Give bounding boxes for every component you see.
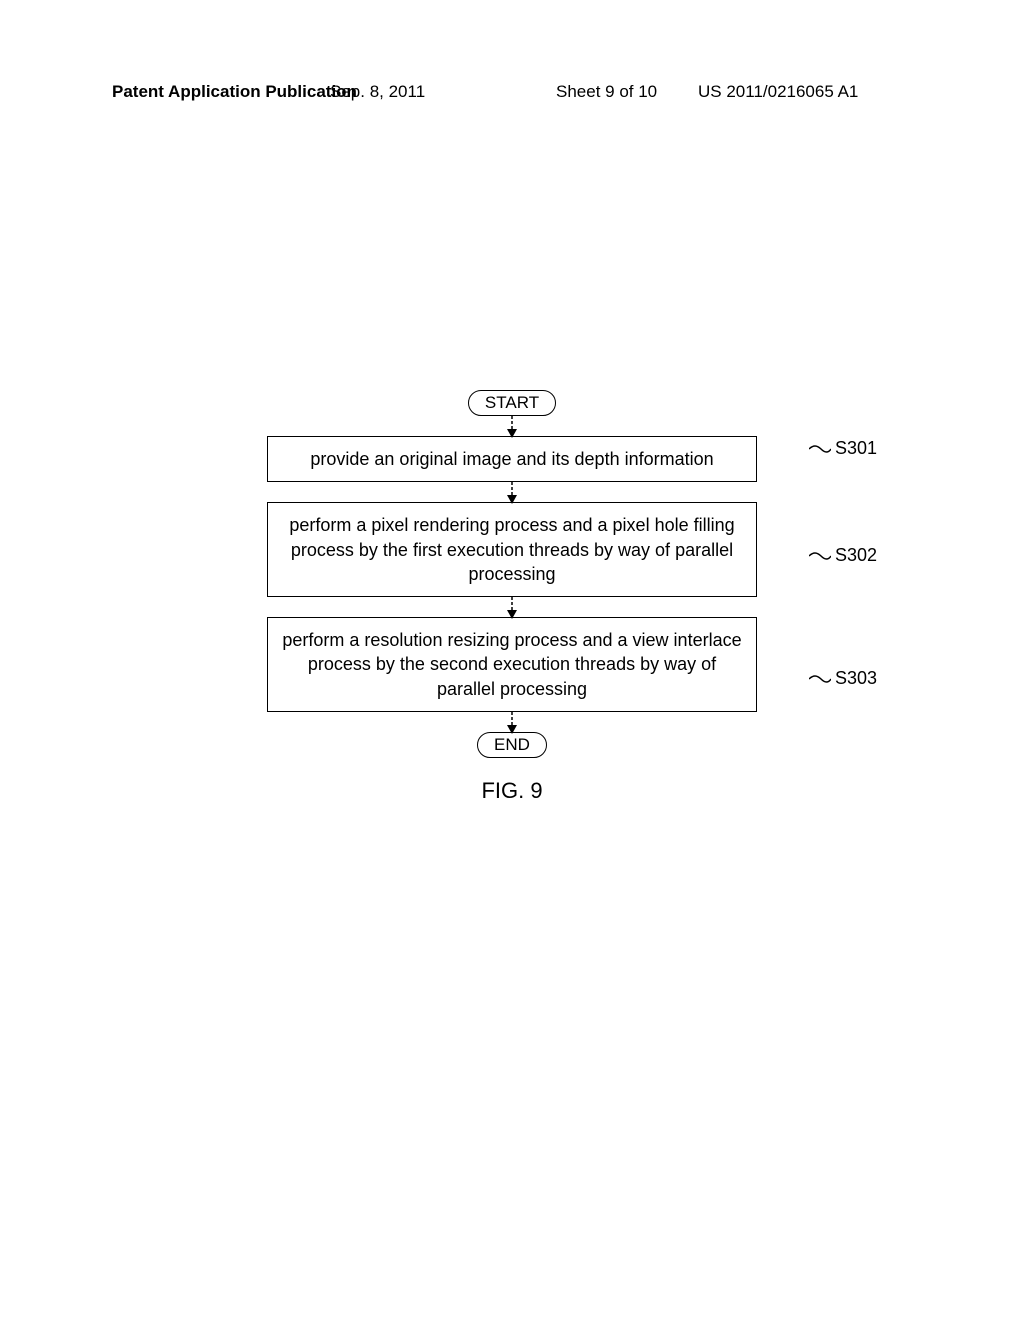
- step-label-text: S302: [835, 545, 877, 566]
- connector-icon: [809, 441, 831, 457]
- step-label-s302: S302: [809, 545, 877, 566]
- arrow-icon: [511, 712, 513, 732]
- connector-icon: [809, 548, 831, 564]
- connector-icon: [809, 671, 831, 687]
- page-header: Patent Application Publication Sep. 8, 2…: [0, 82, 1024, 102]
- arrow-icon: [511, 416, 513, 436]
- step-label-s303: S303: [809, 668, 877, 689]
- flowchart: START provide an original image and its …: [232, 390, 792, 758]
- step-text: perform a resolution resizing process an…: [282, 630, 741, 699]
- step-box-s303: perform a resolution resizing process an…: [267, 617, 757, 712]
- start-node: START: [468, 390, 556, 416]
- header-sheet: Sheet 9 of 10: [556, 82, 657, 102]
- figure-label: FIG. 9: [481, 778, 542, 804]
- step-box-s301: provide an original image and its depth …: [267, 436, 757, 482]
- step-text: provide an original image and its depth …: [310, 449, 713, 469]
- step-label-s301: S301: [809, 438, 877, 459]
- step-label-text: S303: [835, 668, 877, 689]
- arrow-icon: [511, 482, 513, 502]
- header-pubnum: US 2011/0216065 A1: [698, 82, 858, 102]
- step-box-s302: perform a pixel rendering process and a …: [267, 502, 757, 597]
- step-label-text: S301: [835, 438, 877, 459]
- arrow-icon: [511, 597, 513, 617]
- header-publication: Patent Application Publication: [112, 82, 357, 102]
- header-date: Sep. 8, 2011: [330, 82, 425, 102]
- end-node: END: [477, 732, 547, 758]
- step-text: perform a pixel rendering process and a …: [289, 515, 734, 584]
